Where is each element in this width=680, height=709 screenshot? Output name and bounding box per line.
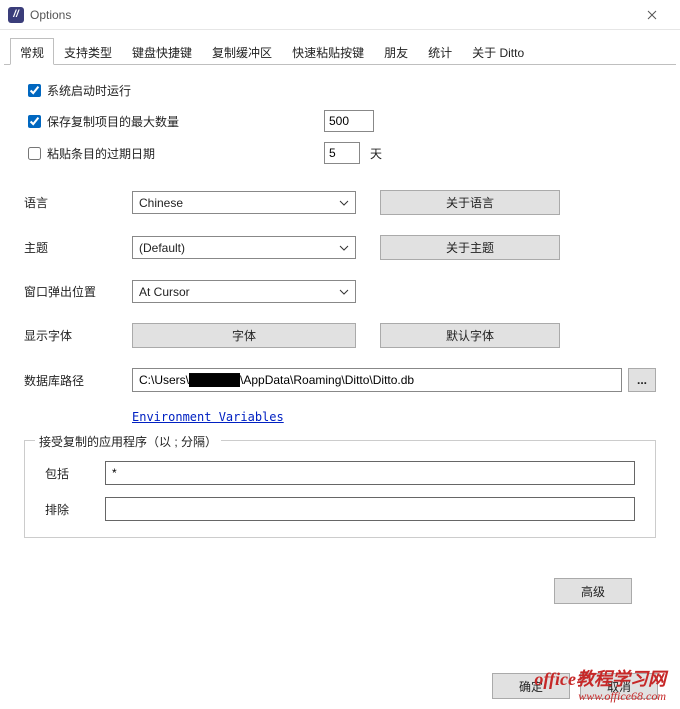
advanced-button[interactable]: 高级 — [554, 578, 632, 604]
include-label: 包括 — [45, 465, 105, 482]
run-on-startup-input[interactable] — [28, 84, 41, 97]
language-value: Chinese — [139, 196, 183, 210]
max-copies-label: 保存复制项目的最大数量 — [47, 113, 179, 130]
tab-general[interactable]: 常规 — [10, 38, 54, 65]
include-field[interactable] — [105, 461, 635, 485]
tab-stats[interactable]: 统计 — [418, 38, 462, 64]
chevron-down-icon — [339, 198, 349, 208]
popup-label: 窗口弹出位置 — [24, 283, 132, 300]
app-icon: // — [8, 7, 24, 23]
tab-supported-types[interactable]: 支持类型 — [54, 38, 122, 64]
popup-value: At Cursor — [139, 285, 190, 299]
apps-group-title: 接受复制的应用程序（以 ; 分隔） — [35, 433, 221, 450]
theme-label: 主题 — [24, 239, 132, 256]
close-icon — [647, 10, 657, 20]
environment-variables-link[interactable]: Environment Variables — [132, 410, 284, 424]
expire-unit: 天 — [370, 145, 382, 162]
chevron-down-icon — [339, 287, 349, 297]
dialog-buttons: 确定 取消 — [482, 673, 658, 699]
language-label: 语言 — [24, 194, 132, 211]
default-font-button[interactable]: 默认字体 — [380, 323, 560, 348]
tab-strip: 常规 支持类型 键盘快捷键 复制缓冲区 快速粘贴按键 朋友 统计 关于 Ditt… — [4, 34, 676, 65]
tab-friends[interactable]: 朋友 — [374, 38, 418, 64]
exclude-label: 排除 — [45, 501, 105, 518]
expire-checkbox[interactable]: 粘贴条目的过期日期 — [24, 144, 324, 163]
about-theme-button[interactable]: 关于主题 — [380, 235, 560, 260]
exclude-field[interactable] — [105, 497, 635, 521]
cancel-button[interactable]: 取消 — [580, 673, 658, 699]
theme-value: (Default) — [139, 241, 185, 255]
tab-quick-paste[interactable]: 快速粘贴按键 — [282, 38, 374, 64]
window-title: Options — [30, 8, 71, 22]
chevron-down-icon — [339, 243, 349, 253]
run-on-startup-label: 系统启动时运行 — [47, 82, 131, 99]
max-copies-checkbox[interactable]: 保存复制项目的最大数量 — [24, 112, 324, 131]
expire-input[interactable] — [28, 147, 41, 160]
titlebar: // Options — [0, 0, 680, 30]
db-path-label: 数据库路径 — [24, 372, 132, 389]
apps-groupbox: 接受复制的应用程序（以 ; 分隔） 包括 排除 — [24, 440, 656, 538]
close-button[interactable] — [632, 1, 672, 29]
db-browse-button[interactable]: ... — [628, 368, 656, 392]
theme-select[interactable]: (Default) — [132, 236, 356, 259]
expire-label: 粘贴条目的过期日期 — [47, 145, 155, 162]
tab-copy-buffers[interactable]: 复制缓冲区 — [202, 38, 282, 64]
font-button[interactable]: 字体 — [132, 323, 356, 348]
tab-keyboard-shortcuts[interactable]: 键盘快捷键 — [122, 38, 202, 64]
language-select[interactable]: Chinese — [132, 191, 356, 214]
expire-days-field[interactable] — [324, 142, 360, 164]
max-copies-field[interactable] — [324, 110, 374, 132]
tab-about[interactable]: 关于 Ditto — [462, 38, 534, 64]
max-copies-input[interactable] — [28, 115, 41, 128]
font-label: 显示字体 — [24, 327, 132, 344]
popup-select[interactable]: At Cursor — [132, 280, 356, 303]
run-on-startup-checkbox[interactable]: 系统启动时运行 — [24, 81, 131, 100]
db-path-field[interactable] — [132, 368, 622, 392]
about-language-button[interactable]: 关于语言 — [380, 190, 560, 215]
tab-content-general: 系统启动时运行 保存复制项目的最大数量 粘贴条目的过期日期 天 语言 Chine… — [0, 65, 680, 612]
ok-button[interactable]: 确定 — [492, 673, 570, 699]
